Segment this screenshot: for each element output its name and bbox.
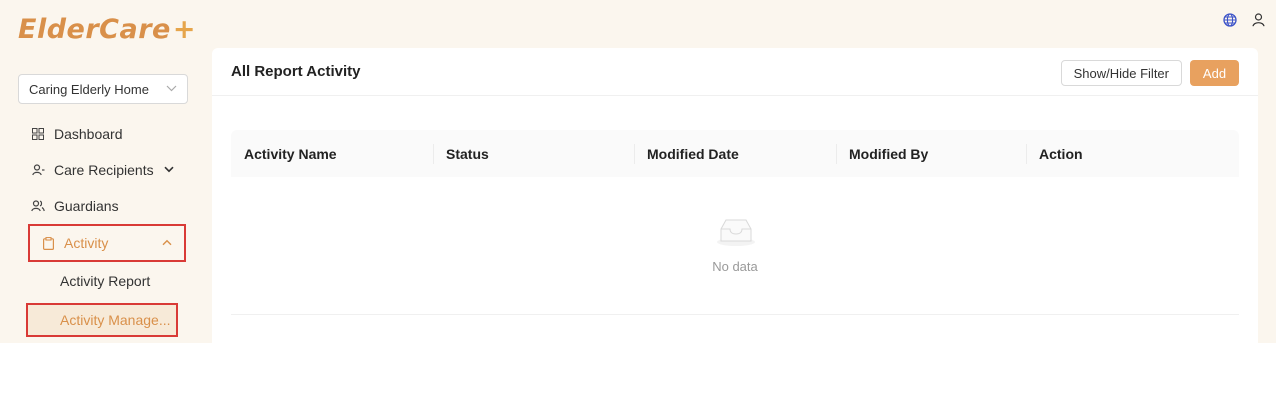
users-icon [30, 164, 46, 176]
sidebar-item-guardians[interactable]: Guardians [30, 188, 119, 224]
sidebar-item-dashboard[interactable]: Dashboard [30, 116, 123, 152]
globe-icon[interactable] [1222, 12, 1238, 28]
sidebar-item-label: Dashboard [54, 126, 123, 142]
chevron-down-icon [164, 164, 174, 176]
column-header-status: Status [433, 130, 634, 177]
header-actions [1222, 12, 1266, 28]
app-root: ElderCare+ Caring Elderly Home Dashboard… [0, 0, 1276, 343]
main-card: All Report Activity Show/Hide Filter Add… [212, 48, 1258, 343]
show-hide-filter-button[interactable]: Show/Hide Filter [1060, 60, 1182, 86]
sidebar-item-label: Care Recipients [54, 162, 154, 178]
org-select[interactable]: Caring Elderly Home [18, 74, 188, 104]
org-select-value: Caring Elderly Home [29, 81, 149, 97]
logo-plus: + [172, 14, 196, 45]
table-header: Activity Name Status Modified Date Modif… [231, 130, 1239, 177]
logo-text: ElderCare [18, 14, 171, 45]
page-title: All Report Activity [231, 63, 361, 80]
sidebar-subitem-activity-manage[interactable]: Activity Manage... [26, 303, 178, 337]
sidebar-item-care-recipients[interactable]: Care Recipients [30, 152, 174, 188]
sidebar-subitem-label: Activity Manage... [60, 312, 171, 328]
user-icon[interactable] [1250, 12, 1266, 28]
chevron-down-icon [166, 83, 177, 95]
clipboard-icon [40, 236, 56, 250]
empty-state: No data [231, 177, 1239, 315]
add-button[interactable]: Add [1190, 60, 1239, 86]
sidebar-item-label: Activity [64, 235, 109, 251]
empty-text: No data [712, 259, 758, 274]
sidebar-subitem-activity-report[interactable]: Activity Report [28, 264, 178, 298]
sidebar: ElderCare+ Caring Elderly Home Dashboard… [0, 0, 200, 343]
empty-inbox-icon [715, 217, 757, 252]
sidebar-item-label: Guardians [54, 198, 119, 214]
activity-table: Activity Name Status Modified Date Modif… [231, 130, 1239, 315]
team-icon [30, 200, 46, 212]
sidebar-item-activity[interactable]: Activity [28, 224, 186, 262]
logo: ElderCare+ [18, 14, 196, 45]
column-header-modified-date: Modified Date [634, 130, 836, 177]
grid-icon [30, 128, 46, 140]
card-header: All Report Activity Show/Hide Filter Add [212, 48, 1258, 96]
chevron-up-icon [162, 237, 172, 249]
column-header-action: Action [1026, 130, 1239, 177]
sidebar-subitem-label: Activity Report [60, 273, 151, 289]
column-header-activity-name: Activity Name [244, 145, 337, 162]
column-header-modified-by: Modified By [836, 130, 1026, 177]
